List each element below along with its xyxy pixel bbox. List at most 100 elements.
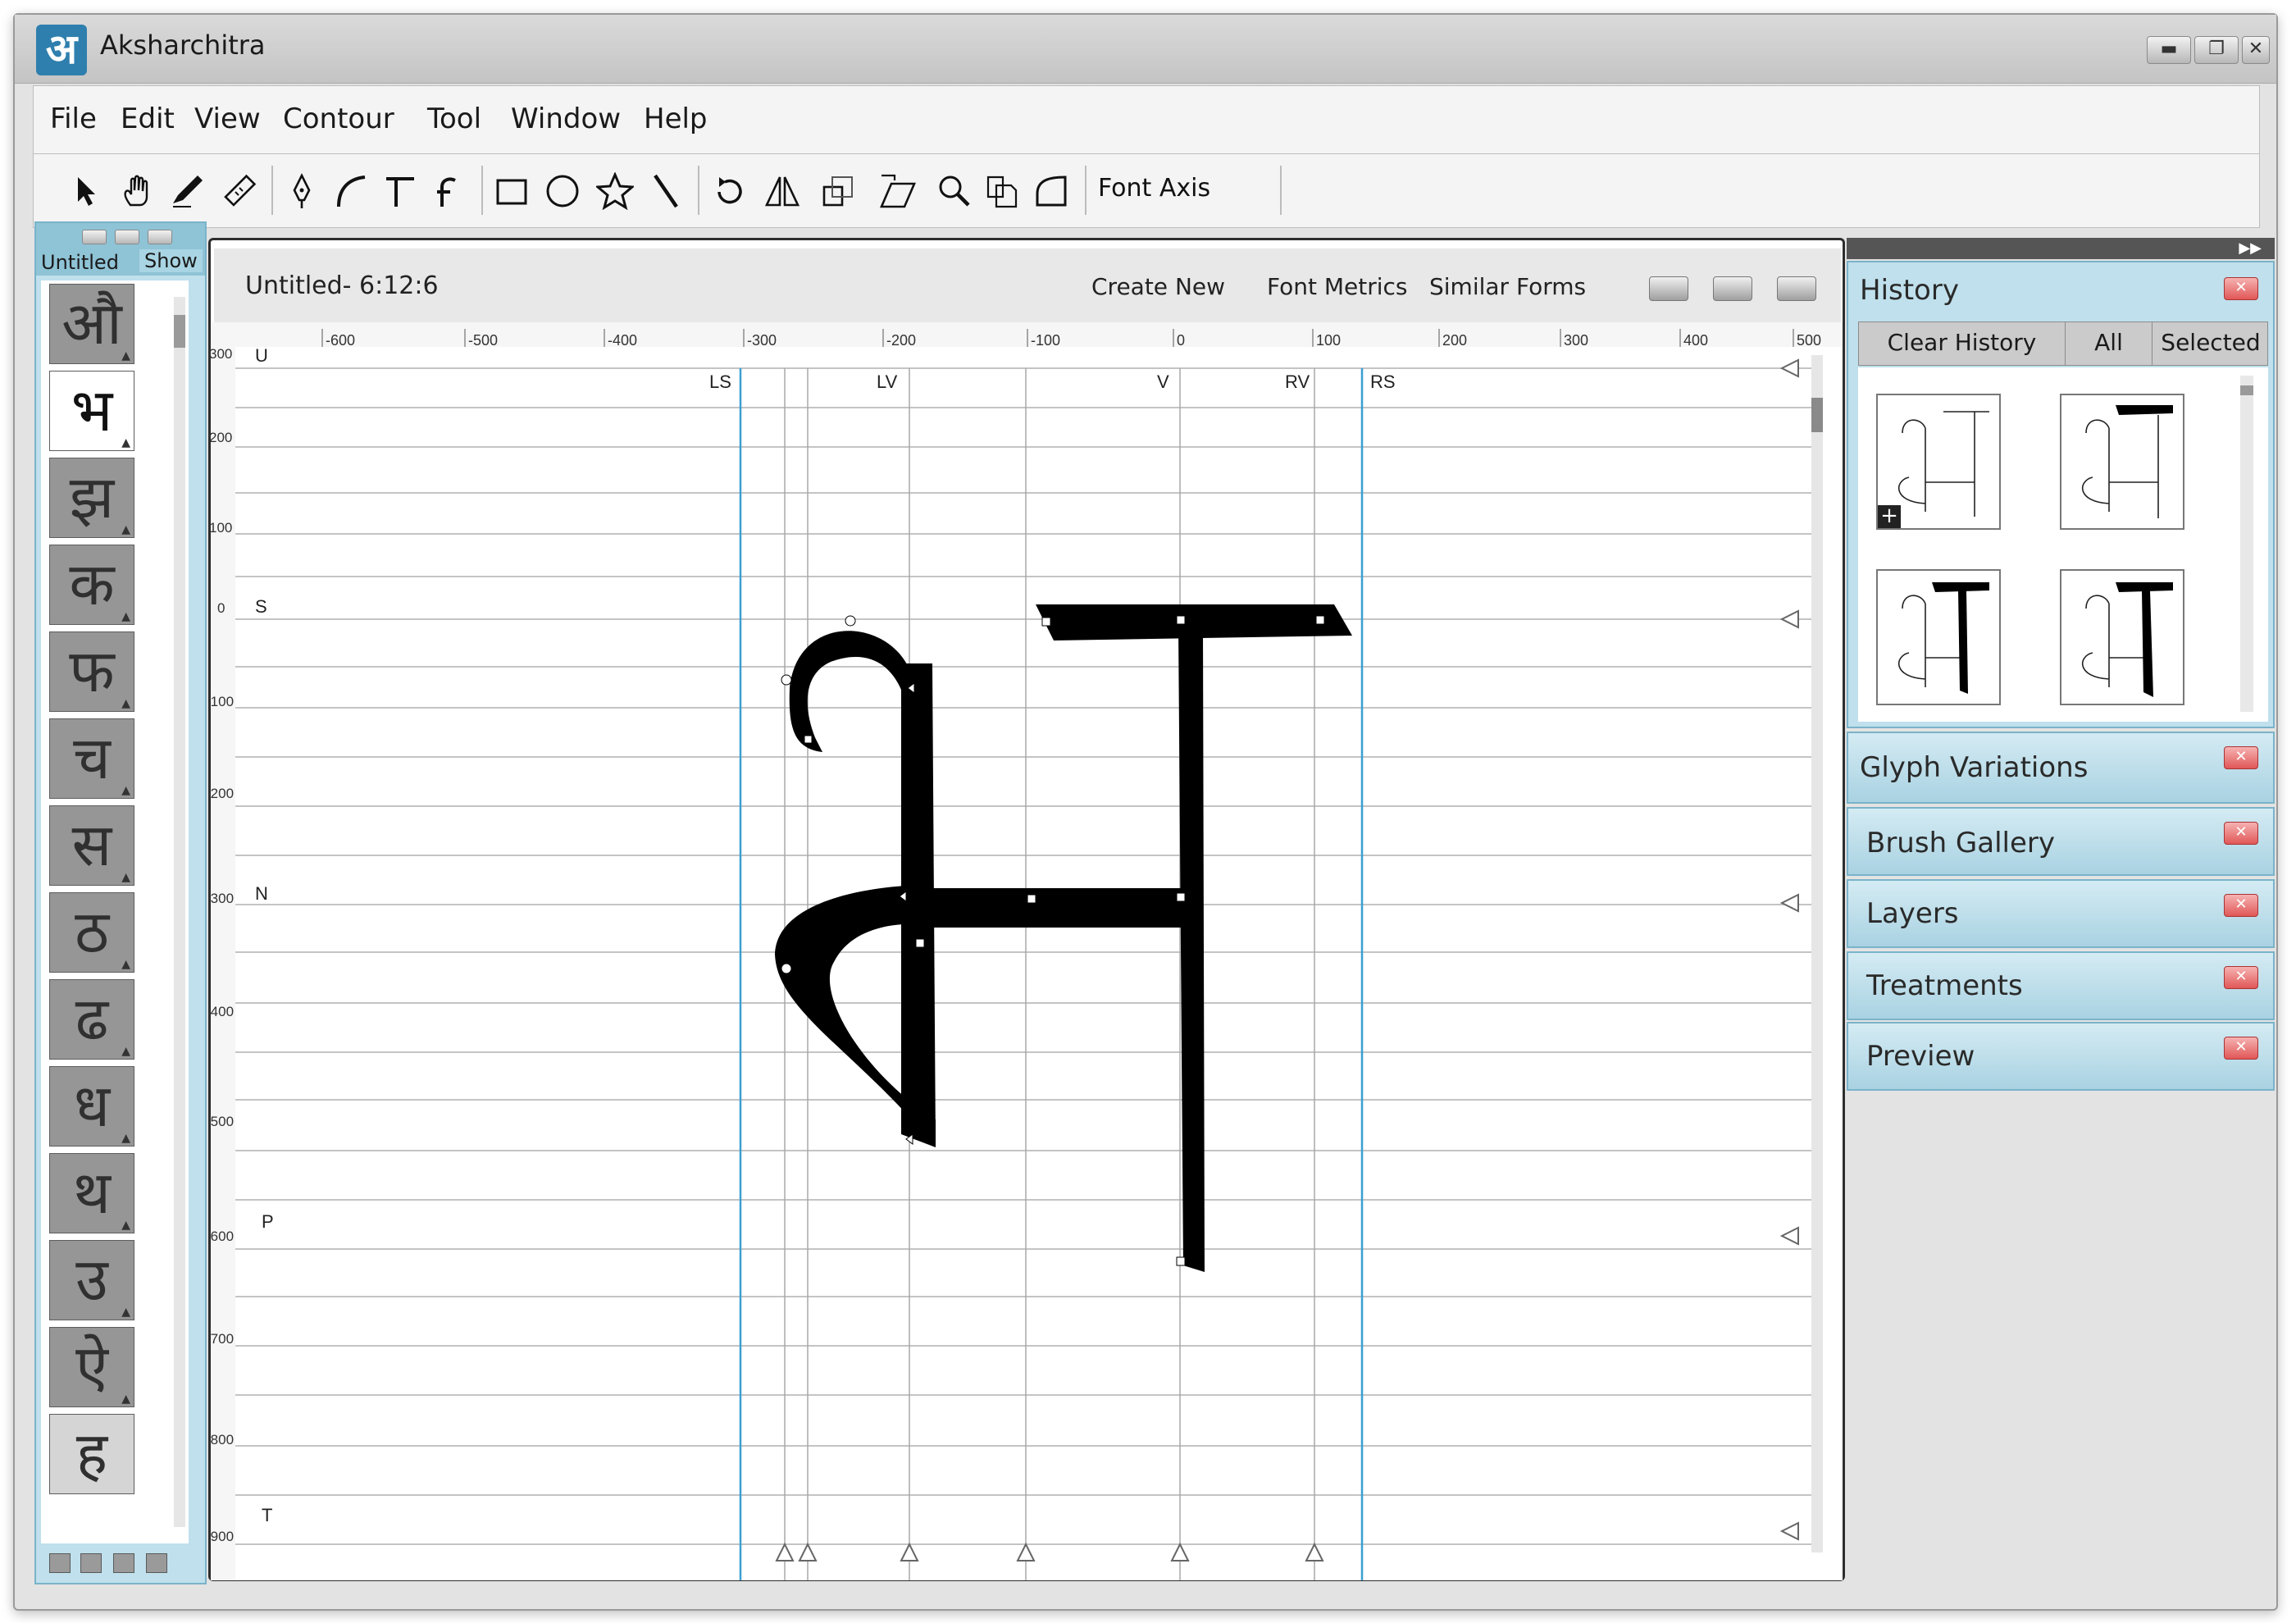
zoom-icon[interactable] bbox=[932, 169, 977, 213]
tool-bar: Font Axis bbox=[33, 154, 2260, 228]
shear-icon[interactable] bbox=[875, 169, 919, 213]
font-metrics-button[interactable]: Font Metrics bbox=[1267, 273, 1408, 300]
palette-scroll-thumb[interactable] bbox=[174, 315, 185, 348]
view-mode-icon[interactable] bbox=[146, 1553, 167, 1573]
ruler-y-label: -600 bbox=[211, 1229, 234, 1244]
glyph-cell[interactable]: फ ▲ bbox=[49, 631, 134, 712]
palette-show-button[interactable]: Show bbox=[139, 249, 203, 272]
glyph-variations-panel[interactable]: Glyph Variations ✕ bbox=[1847, 732, 2275, 804]
history-state-thumbnail[interactable] bbox=[2060, 394, 2184, 530]
layers-panel[interactable]: Layers ✕ bbox=[1847, 879, 2275, 948]
rectangle-icon[interactable] bbox=[490, 169, 534, 213]
history-state-thumbnail[interactable] bbox=[1876, 569, 2001, 705]
glyph-cell[interactable]: थ ▲ bbox=[49, 1153, 134, 1233]
glyph-cell[interactable]: ढ ▲ bbox=[49, 979, 134, 1060]
menu-contour[interactable]: Contour bbox=[283, 103, 394, 135]
glyph-cell[interactable]: औ ▲ bbox=[49, 284, 134, 364]
history-scrollbar[interactable] bbox=[2240, 376, 2253, 712]
layers-close-icon[interactable]: ✕ bbox=[2224, 894, 2258, 917]
glyph-cell[interactable]: ह bbox=[49, 1414, 134, 1494]
ruler-icon[interactable] bbox=[217, 169, 262, 213]
doc-minimize-icon[interactable] bbox=[1649, 276, 1688, 301]
create-new-button[interactable]: Create New bbox=[1091, 273, 1225, 300]
ruler-x-label: 300 bbox=[1564, 332, 1588, 349]
history-close-icon[interactable]: ✕ bbox=[2224, 277, 2258, 300]
view-mode-icon[interactable] bbox=[113, 1553, 134, 1573]
treatments-close-icon[interactable]: ✕ bbox=[2224, 966, 2258, 989]
hook-icon[interactable] bbox=[427, 169, 472, 213]
title-bar: अ Aksharchitra ▬ ❐ ✕ bbox=[15, 15, 2276, 84]
glyph-variations-close-icon[interactable]: ✕ bbox=[2224, 746, 2258, 769]
glyph-cell[interactable]: ध ▲ bbox=[49, 1066, 134, 1147]
menu-help[interactable]: Help bbox=[644, 103, 708, 135]
ruler-x-label: -300 bbox=[747, 332, 777, 349]
view-mode-icon[interactable] bbox=[80, 1553, 102, 1573]
palette-minimize-icon[interactable] bbox=[82, 230, 107, 244]
pointer-icon[interactable] bbox=[65, 169, 109, 213]
menu-tool[interactable]: Tool bbox=[427, 103, 481, 135]
glyph-cell-selected[interactable]: भ ▲ bbox=[49, 371, 134, 451]
palette-restore-icon[interactable] bbox=[115, 230, 139, 244]
rotate-icon[interactable] bbox=[708, 169, 752, 213]
menu-file[interactable]: File bbox=[50, 103, 97, 135]
history-state-thumbnail[interactable]: + bbox=[1876, 394, 2001, 530]
glyph-cell[interactable]: उ ▲ bbox=[49, 1240, 134, 1320]
menu-view[interactable]: View bbox=[194, 103, 261, 135]
brush-icon[interactable] bbox=[166, 169, 211, 213]
palette-close-icon[interactable] bbox=[148, 230, 172, 244]
menu-bar: File Edit View Contour Tool Window Help bbox=[33, 85, 2260, 154]
close-icon[interactable]: ✕ bbox=[2242, 36, 2270, 64]
history-state-thumbnail[interactable] bbox=[2060, 569, 2184, 705]
brush-gallery-panel[interactable]: Brush Gallery ✕ bbox=[1847, 807, 2275, 876]
add-state-icon[interactable]: + bbox=[1878, 505, 1901, 528]
line-icon[interactable] bbox=[644, 169, 688, 213]
treatments-panel[interactable]: Treatments ✕ bbox=[1847, 951, 2275, 1020]
doc-restore-icon[interactable] bbox=[1713, 276, 1752, 301]
ruler-x-label: 200 bbox=[1442, 332, 1467, 349]
ellipse-icon[interactable] bbox=[540, 169, 585, 213]
palette-scrollbar[interactable] bbox=[174, 297, 185, 1527]
pen-icon[interactable] bbox=[280, 169, 324, 213]
history-all-tab[interactable]: All bbox=[2066, 322, 2152, 365]
restore-icon[interactable]: ❐ bbox=[2194, 36, 2239, 64]
ruler-x-label: -600 bbox=[326, 332, 355, 349]
ruler-y-label: -100 bbox=[211, 694, 234, 709]
menu-window[interactable]: Window bbox=[511, 103, 621, 135]
copy-icon[interactable] bbox=[980, 169, 1024, 213]
preview-panel[interactable]: Preview ✕ bbox=[1847, 1022, 2275, 1091]
view-mode-icon[interactable] bbox=[49, 1553, 71, 1573]
guide-label-ls: LS bbox=[709, 372, 731, 392]
preview-close-icon[interactable]: ✕ bbox=[2224, 1037, 2258, 1060]
history-tabs: Clear History All Selected bbox=[1858, 321, 2268, 366]
shape-icon[interactable] bbox=[1029, 169, 1073, 213]
glyph-cell[interactable]: ऐ ▲ bbox=[49, 1327, 134, 1407]
similar-forms-button[interactable]: Similar Forms bbox=[1429, 273, 1586, 300]
ruler-y-label: -200 bbox=[211, 786, 234, 801]
font-axis-button[interactable]: Font Axis bbox=[1098, 174, 1210, 203]
star-icon[interactable] bbox=[593, 169, 637, 213]
curve-icon[interactable] bbox=[329, 169, 373, 213]
guide-label-p: P bbox=[262, 1211, 274, 1232]
reflect-icon[interactable] bbox=[760, 169, 804, 213]
glyph-canvas[interactable]: -600 -500 -400 -300 -200 -100 0 100 200 … bbox=[211, 322, 1843, 1580]
history-title: History bbox=[1860, 274, 1959, 307]
hand-icon[interactable] bbox=[116, 169, 160, 213]
glyph-cell[interactable]: क ▲ bbox=[49, 545, 134, 625]
history-scroll-thumb[interactable] bbox=[2240, 385, 2253, 395]
menu-edit[interactable]: Edit bbox=[121, 103, 175, 135]
glyph-cell[interactable]: ठ ▲ bbox=[49, 892, 134, 973]
collapse-panels-icon[interactable]: ▶▶ bbox=[1847, 238, 2275, 259]
corner-icon[interactable] bbox=[378, 169, 422, 213]
glyph-cell[interactable]: च ▲ bbox=[49, 718, 134, 799]
history-selected-tab[interactable]: Selected bbox=[2152, 322, 2269, 365]
scale-icon[interactable] bbox=[816, 169, 860, 213]
clear-history-button[interactable]: Clear History bbox=[1859, 322, 2066, 365]
brush-gallery-close-icon[interactable]: ✕ bbox=[2224, 822, 2258, 845]
palette-tab-untitled[interactable]: Untitled bbox=[41, 251, 119, 274]
minimize-icon[interactable]: ▬ bbox=[2147, 36, 2191, 64]
glyph-cell[interactable]: झ ▲ bbox=[49, 458, 134, 538]
glyph-cell[interactable]: स ▲ bbox=[49, 805, 134, 886]
glyph-list: औ ▲ भ ▲ झ ▲ क ▲ फ ▲ च ▲ स ▲ ठ ▲ ढ ▲ ध ▲ थ ▲ उ ▲ ऐ ▲ ह bbox=[41, 280, 189, 1543]
doc-close-icon[interactable] bbox=[1777, 276, 1816, 301]
glyph-document-window: Untitled- 6:12:6 Create New Font Metrics… bbox=[208, 238, 1845, 1581]
